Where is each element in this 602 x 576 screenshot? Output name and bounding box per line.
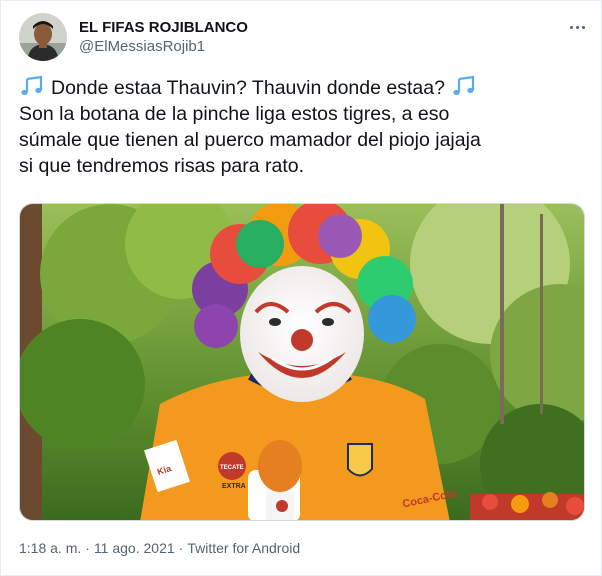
tweet-source[interactable]: Twitter for Android: [187, 540, 300, 556]
tweet-line-4: si que tendremos risas para rato.: [19, 155, 305, 177]
user-handle[interactable]: @ElMessiasRojib1: [79, 37, 248, 57]
meta-separator: ·: [85, 540, 90, 556]
tweet-line-1-text: Donde estaa Thauvin? Thauvin donde estaa…: [51, 77, 445, 99]
tweet-card: EL FIFAS ROJIBLANCO @ElMessiasRojib1 Don…: [0, 0, 602, 576]
tweet-line-3: súmale que tienen al puerco mamador del …: [19, 129, 481, 151]
musical-notes-icon: [20, 75, 44, 96]
display-name[interactable]: EL FIFAS ROJIBLANCO: [79, 18, 248, 37]
tweet-meta: 1:18 a. m. · 11 ago. 2021 · Twitter for Andr…: [19, 539, 300, 557]
tweet-text: Donde estaa Thauvin? Thauvin donde estaa…: [19, 75, 589, 179]
dot-icon: [569, 25, 573, 29]
tweet-time[interactable]: 1:18 a. m.: [19, 540, 81, 556]
meta-separator: ·: [178, 540, 184, 556]
avatar[interactable]: [19, 13, 67, 61]
jersey-sponsor-1: TECATE: [220, 465, 244, 471]
tweet-line-1: Donde estaa Thauvin? Thauvin donde estaa…: [19, 75, 589, 101]
tweet-line-2: Son la botana de la pinche liga estos ti…: [19, 103, 450, 125]
dot-icon: [581, 25, 585, 29]
dot-icon: [575, 25, 579, 29]
more-options-button[interactable]: [565, 15, 589, 39]
musical-notes-icon: [453, 75, 475, 95]
jersey-sponsor-2: EXTRA: [222, 483, 246, 490]
user-names: EL FIFAS ROJIBLANCO @ElMessiasRojib1: [79, 18, 248, 57]
tweet-header: EL FIFAS ROJIBLANCO @ElMessiasRojib1: [19, 13, 589, 63]
tweet-media-image[interactable]: Kia TECATE EXTRA Coca-Cola: [19, 203, 585, 521]
clown-photo: Kia TECATE EXTRA Coca-Cola: [20, 204, 584, 520]
tweet-date[interactable]: 11 ago. 2021: [94, 540, 175, 556]
